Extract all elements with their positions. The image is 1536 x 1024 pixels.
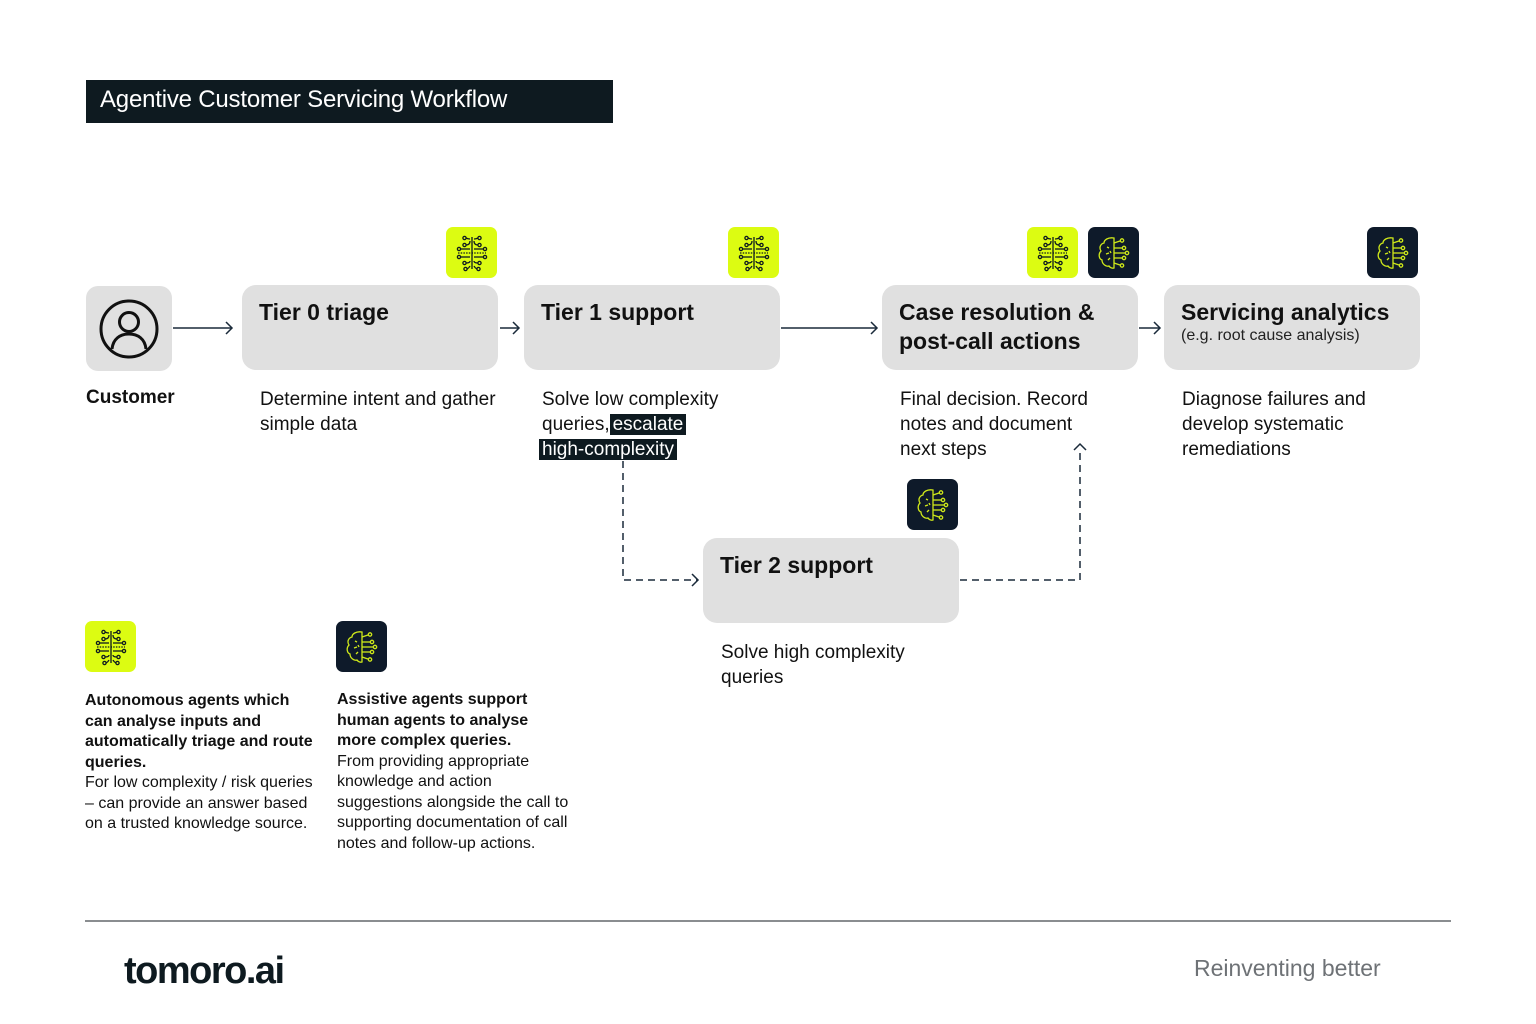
step-description: Determine intent and gather simple data [260,389,496,435]
brand-tagline: Reinventing better [1194,955,1381,981]
dashed-arrowhead-tier2 [691,573,700,587]
step-tier1-support: Tier 1 support [524,285,780,370]
arrow-tier0-to-tier1 [500,321,521,335]
flow-connectors [173,321,1162,587]
assistive-agent-badge [907,479,958,530]
legend-autonomous-heading: Autonomous agents which can analyse inpu… [85,692,313,771]
step-title: Case resolution & post-call actions [899,299,1095,354]
step-title: Servicing analytics [1181,299,1390,325]
step-title: Tier 1 support [541,299,694,325]
step-title: Tier 0 triage [259,299,389,325]
escalate-highlight: high-complexity [539,439,677,460]
autonomous-agent-badge [728,227,779,278]
circuit-chip-icon [91,627,131,667]
circuit-brain-icon [1373,233,1413,273]
legend-assistive-heading: Assistive agents support human agents to… [337,691,529,749]
step-tier0-triage: Tier 0 triage [242,285,498,370]
legend-autonomous-badge [85,621,136,672]
escalate-highlight: escalate [609,414,687,435]
arrow-tier1-to-case [781,321,879,335]
legend-autonomous: Autonomous agents which can analyse inpu… [85,691,315,835]
step-description: Final decision. Record notes and documen… [900,389,1088,460]
dashed-arrow-tier1-to-tier2 [622,461,698,581]
step-case-resolution: Case resolution & post-call actions [882,285,1138,370]
page-title: Agentive Customer Servicing Workflow [86,80,613,123]
step-servicing-analytics: Servicing analytics (e.g. root cause ana… [1164,285,1420,370]
dashed-arrow-tier2-to-case [960,448,1081,581]
legend-assistive-body: From providing appropriate knowledge and… [337,752,569,852]
legend-assistive-badge [336,621,387,672]
circuit-chip-icon [452,233,492,273]
step-title: Tier 2 support [720,552,873,578]
circuit-brain-icon [342,627,382,667]
autonomous-agent-badge [1027,227,1078,278]
step-description: Solve high complexity queries [721,642,905,688]
circuit-chip-icon [1033,233,1073,273]
autonomous-agent-badge [446,227,497,278]
legend-autonomous-body: For low complexity / risk queries – can … [85,774,313,832]
assistive-agent-badge [1088,227,1139,278]
customer-label: Customer [86,387,175,408]
assistive-agent-badge [1367,227,1418,278]
legend-assistive: Assistive agents support human agents to… [337,690,569,854]
circuit-brain-icon [913,485,953,525]
step-tier2-support: Tier 2 support [703,538,959,623]
circuit-brain-icon [1094,233,1134,273]
customer-node [86,286,172,371]
brand-logo: tomoro.ai [124,950,285,992]
step-subtitle: (e.g. root cause analysis) [1181,327,1360,344]
circuit-chip-icon [734,233,774,273]
step-description: Solve low complexity queries, escalate hi… [539,387,782,462]
user-circle-icon [99,299,159,358]
step-description: Diagnose failures and develop systematic… [1182,389,1366,460]
footer-divider [85,920,1451,922]
arrow-customer-to-tier0 [173,321,234,335]
arrow-case-to-analytics [1139,321,1162,335]
